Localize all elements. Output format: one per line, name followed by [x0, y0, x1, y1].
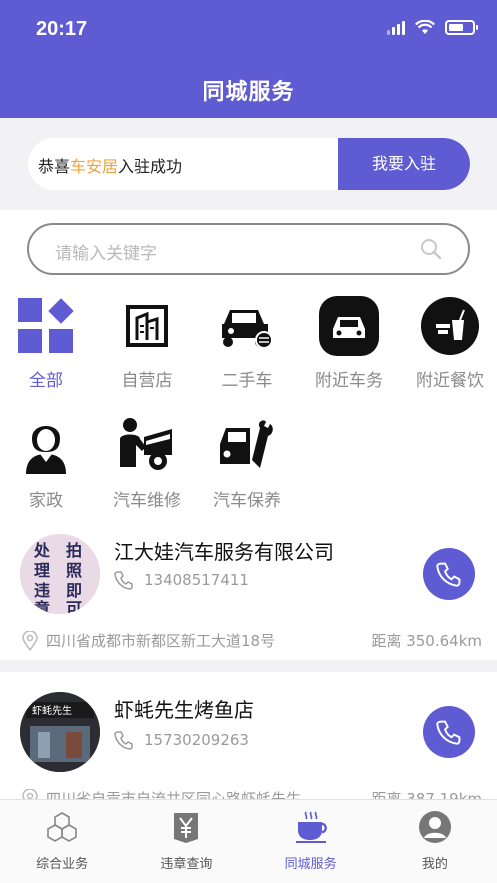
shop-distance: 距离 387.19km [365, 788, 482, 799]
food-icon [418, 294, 482, 358]
category-label: 汽车维修 [113, 491, 181, 511]
tab-label: 违章查询 [160, 857, 213, 872]
tab-label: 综合业务 [36, 857, 89, 872]
shop-card[interactable]: 虾蚝先生 虾蚝先生烤鱼店 15730209263 四川省自贡市自流井区同心路虾蚝… [0, 672, 497, 799]
used-car-icon [215, 294, 279, 358]
banner-text: 恭喜车安居入驻成功 [38, 157, 183, 176]
phone-icon [436, 720, 461, 745]
category-label: 全部 [29, 371, 63, 391]
avatar-text: 照 [66, 561, 82, 580]
category-car-repair[interactable]: 汽车维修 [99, 414, 195, 511]
avatar-text: 处 [33, 541, 51, 560]
housekeeper-icon [14, 414, 78, 478]
car-repair-icon [115, 414, 179, 478]
phone-icon [114, 731, 133, 750]
grid-icon [14, 294, 78, 358]
car-maintenance-icon [215, 414, 279, 478]
location-icon [22, 788, 38, 799]
cubes-icon [47, 812, 77, 842]
page-title: 同城服务 [202, 80, 295, 105]
avatar-text: 即 [66, 581, 82, 600]
location-icon [22, 630, 38, 651]
join-banner: 恭喜车安居入驻成功 我要入驻 [28, 138, 470, 190]
tab-label: 我的 [421, 857, 448, 872]
avatar-text: 理 [34, 561, 50, 580]
category-label: 自营店 [121, 371, 173, 391]
avatar-text: 章 [34, 599, 50, 614]
avatar-text: 违 [34, 581, 50, 600]
call-button[interactable] [423, 706, 475, 758]
join-button[interactable]: 我要入驻 [338, 138, 470, 190]
category-nearby-dining[interactable]: 附近餐饮 [402, 294, 497, 391]
category-label: 汽车保养 [213, 491, 281, 511]
search-input[interactable]: 请输入关键字 [27, 223, 470, 275]
category-housekeeping[interactable]: 家政 [0, 414, 94, 511]
status-icons [387, 20, 478, 35]
category-self-store[interactable]: 自营店 [99, 294, 195, 391]
category-label: 附近餐饮 [416, 371, 484, 391]
avatar-sign-text: 虾蚝先生 [32, 704, 72, 717]
category-all[interactable]: 全部 [0, 294, 94, 391]
avatar-text: 拍 [66, 541, 82, 560]
shop-distance: 距离 350.64km [365, 630, 482, 651]
phone-number[interactable]: 13408517411 [144, 571, 249, 589]
category-label: 二手车 [221, 371, 273, 391]
battery-icon [445, 20, 478, 35]
tab-local-service[interactable]: 同城服务 [249, 800, 373, 883]
coffee-icon [295, 811, 327, 843]
phone-icon [436, 562, 461, 587]
shop-name: 虾蚝先生烤鱼店 [114, 698, 254, 722]
search-placeholder: 请输入关键字 [55, 244, 157, 264]
shop-address: 四川省自贡市自流井区同心路虾蚝先生 [46, 790, 302, 799]
category-label: 家政 [29, 491, 63, 511]
category-label: 附近车务 [315, 371, 383, 391]
tab-bar: 综合业务 违章查询 同城服务 我的 [0, 799, 497, 883]
shop-address: 四川省成都市新都区新工大道18号 [46, 632, 276, 650]
user-icon [418, 811, 451, 843]
shop-address-row: 四川省成都市新都区新工大道18号 距离 350.64km [22, 630, 482, 651]
tab-label: 同城服务 [284, 857, 337, 872]
tab-violation[interactable]: 违章查询 [124, 800, 248, 883]
shop-avatar: 虾蚝先生 [20, 692, 100, 772]
tab-mine[interactable]: 我的 [373, 800, 497, 883]
shop-name: 江大娃汽车服务有限公司 [114, 540, 334, 564]
signal-icon [387, 20, 405, 35]
category-used-car[interactable]: 二手车 [199, 294, 295, 391]
yen-icon [174, 813, 199, 843]
shop-phone: 15730209263 [114, 730, 249, 750]
status-time: 20:17 [36, 18, 88, 40]
shop-avatar: 处 拍 理 照 违 即 章 可 [20, 534, 100, 614]
header: 20:17 同城服务 [0, 0, 497, 118]
call-button[interactable] [423, 548, 475, 600]
shop-phone: 13408517411 [114, 570, 249, 590]
search-icon[interactable] [420, 238, 442, 260]
phone-icon [114, 571, 133, 590]
phone-number[interactable]: 15730209263 [144, 731, 249, 749]
category-car-maintenance[interactable]: 汽车保养 [199, 414, 295, 511]
avatar-text: 可 [66, 599, 82, 614]
tab-business[interactable]: 综合业务 [0, 800, 124, 883]
shop-card[interactable]: 处 拍 理 照 违 即 章 可 江大娃汽车服务有限公司 13408517411 … [0, 518, 497, 660]
car-service-icon [317, 294, 381, 358]
building-icon [115, 294, 179, 358]
category-nearby-car-service[interactable]: 附近车务 [301, 294, 397, 391]
wifi-icon [415, 20, 435, 34]
shop-address-row: 四川省自贡市自流井区同心路虾蚝先生 距离 387.19km [22, 788, 482, 799]
banner-highlight: 车安居 [70, 157, 119, 176]
